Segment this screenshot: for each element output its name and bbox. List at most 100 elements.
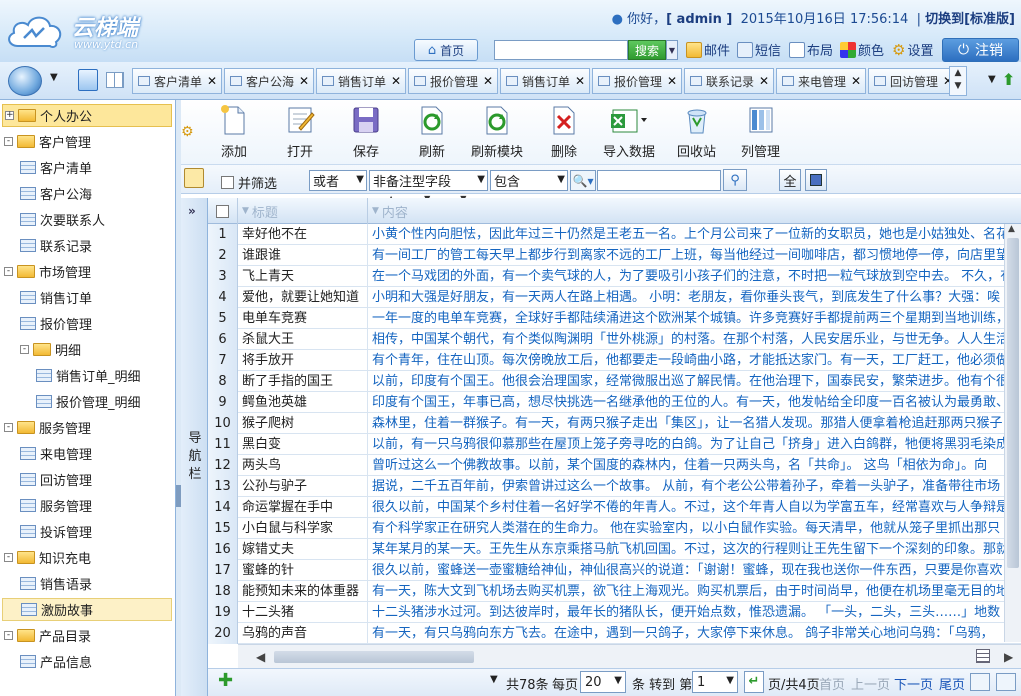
row-view-icon[interactable]	[976, 649, 990, 663]
navigation-column[interactable]: » 导航栏	[181, 198, 208, 696]
table-row[interactable]: 18 能预知未来的体重器 有一天，陈大文到飞机场去购买机票，欲飞往上海观光。购买机票…	[208, 580, 1021, 602]
table-row[interactable]: 12 两头鸟 曾听过这么一个佛教故事。以前，某个国度的森林内，住着一只两头鸟，名「共…	[208, 454, 1021, 476]
sidebar-item[interactable]: 次要联系人	[2, 208, 105, 231]
row-title-cell[interactable]: 公孙与驴子	[238, 475, 368, 497]
save-filter-button[interactable]	[805, 169, 827, 191]
row-title-cell[interactable]: 电单车竞赛	[238, 307, 368, 329]
search-input[interactable]	[494, 40, 628, 60]
row-title-cell[interactable]: 小白鼠与科学家	[238, 517, 368, 539]
start-orb-icon[interactable]	[8, 66, 42, 96]
row-content-cell[interactable]: 小黄个性内向胆怯，因此年过三十仍然是王老五一名。上个月公司来了一位新的女职员，她…	[368, 224, 1013, 245]
sidebar-item[interactable]: 激励故事	[2, 598, 172, 621]
row-content-cell[interactable]: 很久以前，蜜蜂送一壶蜜糖给神仙，神仙很高兴的说道：「谢谢！蜜蜂，现在我也送你一件…	[368, 560, 1013, 581]
table-row[interactable]: 5 电单车竞赛 一年一度的电单车竞赛，全球好手都陆续涌进这个欧洲某个城镇。许多竞赛好…	[208, 307, 1021, 329]
pager-tool-icon[interactable]	[970, 673, 990, 691]
row-content-cell[interactable]: 据说，二千五百年前，伊索曾讲过这么一个故事。 从前，有个老公公带着孙子，牵着一头…	[368, 476, 1013, 497]
expand-toggle-icon[interactable]: -	[20, 345, 29, 354]
table-row[interactable]: 1 幸好他不在 小黄个性内向胆怯，因此年过三十仍然是王老五一名。上个月公司来了一位新…	[208, 223, 1021, 245]
orb-dropdown-icon[interactable]: ▼	[50, 72, 58, 83]
field-select[interactable]: 非备注型字段 ▼	[369, 170, 488, 191]
row-content-cell[interactable]: 有个青年，住在山顶。每次傍晚放工后，他都要走一段崎曲小路，才能抵达家门。有一天，…	[368, 350, 1013, 371]
row-content-cell[interactable]: 相传，中国某个朝代，有个类似陶渊明「世外桃源」的村落。在那个村落，人民安居乐业，…	[368, 329, 1013, 350]
refresh-module-button[interactable]: 刷新模块	[471, 104, 523, 160]
column-header-title[interactable]: ▼ 标题	[238, 198, 368, 224]
goto-page-button[interactable]: ↵	[744, 671, 764, 693]
sidebar-item[interactable]: - 客户管理	[2, 130, 91, 153]
row-title-cell[interactable]: 幸好他不在	[238, 223, 368, 245]
table-row[interactable]: 19 十二头猪 十二头猪涉水过河。到达彼岸时，最年长的猪队长，便开始点数，惟恐遗漏。…	[208, 601, 1021, 623]
close-icon[interactable]: ✕	[667, 74, 677, 88]
row-content-cell[interactable]: 在一个马戏团的外面，有一个卖气球的人，为了要吸引小孩子们的注意，不时把一粒气球放…	[368, 266, 1013, 287]
vertical-scroll-thumb[interactable]	[1007, 238, 1019, 568]
sidebar-item[interactable]: - 明细	[2, 338, 81, 361]
tab-item[interactable]: 来电管理 ✕	[776, 68, 866, 94]
sidebar-item[interactable]: 来电管理	[2, 442, 92, 465]
close-icon[interactable]: ✕	[575, 74, 585, 88]
horizontal-scroll-thumb[interactable]	[274, 651, 474, 663]
home-button[interactable]: ⌂ 首页	[414, 39, 478, 61]
sidebar-item[interactable]: 销售语录	[2, 572, 92, 595]
expand-toggle-icon[interactable]: -	[4, 423, 13, 432]
table-row[interactable]: 8 断了手指的国王 以前，印度有个国王。他很会治理国家，经常微服出巡了解民情。在他治…	[208, 370, 1021, 392]
sidebar-item[interactable]: - 知识充电	[2, 546, 91, 569]
tab-menu-dropdown-icon[interactable]: ▼	[988, 74, 996, 85]
close-icon[interactable]: ✕	[851, 74, 861, 88]
expand-navigation-icon[interactable]: »	[188, 204, 196, 218]
row-title-cell[interactable]: 鳄鱼池英雄	[238, 391, 368, 413]
expand-toggle-icon[interactable]: -	[4, 267, 13, 276]
logic-select[interactable]: 或者 ▼	[309, 170, 367, 191]
table-row[interactable]: 10 猴子爬树 森林里，住着一群猴子。有一天，有两只猴子走出「集区」，让一名猎人发现…	[208, 412, 1021, 434]
table-row[interactable]: 3 飞上青天 在一个马戏团的外面，有一个卖气球的人，为了要吸引小孩子们的注意，不时把…	[208, 265, 1021, 287]
row-title-cell[interactable]: 乌鸦的声音	[238, 622, 368, 644]
row-title-cell[interactable]: 十二头猪	[238, 601, 368, 623]
sms-link[interactable]: 短信	[737, 40, 781, 59]
row-title-cell[interactable]: 爱他，就要让她知道	[238, 286, 368, 308]
row-title-cell[interactable]: 将手放开	[238, 349, 368, 371]
row-title-cell[interactable]: 两头鸟	[238, 454, 368, 476]
pager-dropdown-icon[interactable]: ▼	[490, 674, 498, 685]
row-title-cell[interactable]: 蜜蜂的针	[238, 559, 368, 581]
import-button[interactable]: 导入数据	[603, 104, 655, 160]
close-icon[interactable]: ✕	[391, 74, 401, 88]
row-content-cell[interactable]: 某年某月的某一天。王先生从东京乘搭马航飞机回国。不过，这次的行程则让王先生留下一…	[368, 539, 1013, 560]
close-icon[interactable]: ✕	[207, 74, 217, 88]
sidebar-item[interactable]: 客户公海	[2, 182, 92, 205]
page-number-select[interactable]: 1 ▼	[692, 671, 738, 693]
collapse-up-icon[interactable]: ⬆	[1002, 70, 1015, 89]
tab-item[interactable]: 销售订单 ✕	[500, 68, 590, 94]
close-icon[interactable]: ✕	[759, 74, 769, 88]
row-content-cell[interactable]: 有个科学家正在研究人类潜在的生命力。 他在实验室内，以小白鼠作实验。每天清早，他…	[368, 518, 1013, 539]
prev-page-link[interactable]: 上一页	[851, 674, 890, 693]
tab-item[interactable]: 报价管理 ✕	[592, 68, 682, 94]
browser-icon[interactable]	[78, 69, 98, 91]
sidebar-item[interactable]: - 产品目录	[2, 624, 91, 647]
sidebar-item[interactable]: 报价管理	[2, 312, 92, 335]
save-button[interactable]: 保存	[351, 104, 381, 160]
logout-button[interactable]: ⏻ 注销	[942, 38, 1019, 62]
select-all-button[interactable]: 全	[779, 169, 801, 191]
sidebar-item[interactable]: 报价管理_明细	[2, 390, 141, 413]
per-page-select[interactable]: 20 ▼	[580, 671, 626, 693]
last-page-link[interactable]: 尾页	[939, 674, 965, 693]
row-title-cell[interactable]: 杀鼠大王	[238, 328, 368, 350]
header-select-all[interactable]	[208, 198, 238, 224]
next-page-link[interactable]: 下一页	[894, 674, 933, 693]
tab-item[interactable]: 客户清单 ✕	[132, 68, 222, 94]
delete-button[interactable]: 删除	[549, 104, 579, 160]
row-title-cell[interactable]: 断了手指的国王	[238, 370, 368, 392]
scroll-right-icon[interactable]: ▶	[1004, 650, 1013, 664]
concurrent-filter-checkbox[interactable]: 并筛选	[221, 173, 277, 192]
color-link[interactable]: 颜色	[840, 40, 884, 59]
search-button[interactable]: 搜索	[628, 40, 666, 60]
sidebar-item[interactable]: 服务管理	[2, 494, 92, 517]
tab-item[interactable]: 回访管理 ✕	[868, 68, 958, 94]
grid-view-icon[interactable]	[106, 72, 124, 88]
row-content-cell[interactable]: 有一间工厂的管工每天早上都步行到离家不远的工厂上班，每当他经过一间咖啡店，都习惯…	[368, 245, 1013, 266]
pager-options-icon[interactable]	[996, 673, 1016, 691]
row-title-cell[interactable]: 嫁错丈夫	[238, 538, 368, 560]
sidebar-item[interactable]: 产品信息	[2, 650, 92, 673]
row-title-cell[interactable]: 飞上青天	[238, 265, 368, 287]
row-content-cell[interactable]: 小明和大强是好朋友，有一天两人在路上相遇。 小明：老朋友，看你垂头丧气，到底发生…	[368, 287, 1013, 308]
sidebar-item[interactable]: 回访管理	[2, 468, 92, 491]
table-row[interactable]: 15 小白鼠与科学家 有个科学家正在研究人类潜在的生命力。 他在实验室内，以小白鼠作…	[208, 517, 1021, 539]
